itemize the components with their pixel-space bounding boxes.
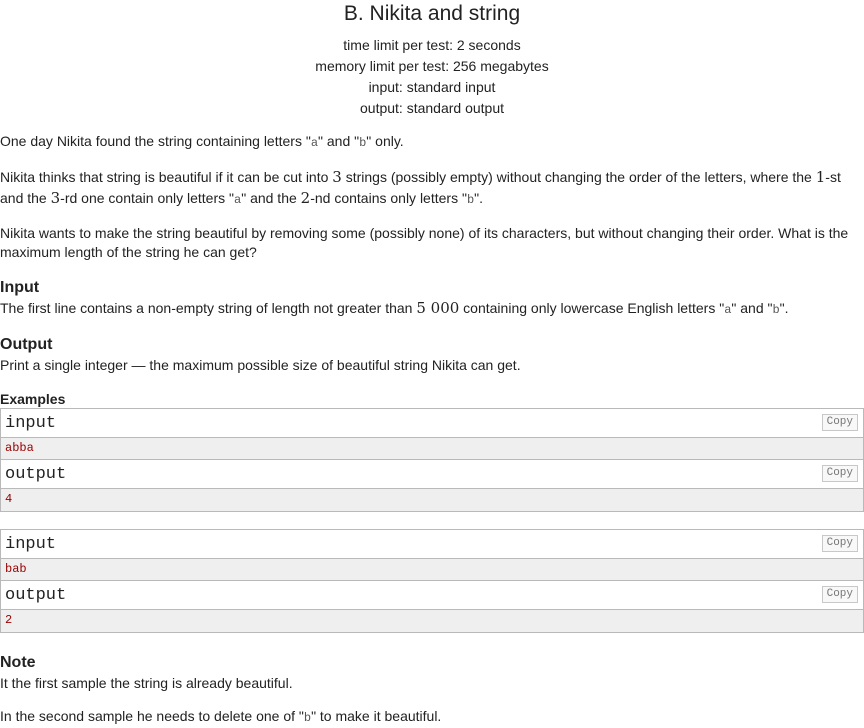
example-output-header: output Copy [1,581,863,610]
statement-paragraph-2: Nikita thinks that string is beautiful i… [0,167,850,211]
text: " only. [366,133,404,149]
copy-output-button[interactable]: Copy [821,465,858,482]
text: One day Nikita found the string containi… [0,133,311,149]
output-label: output [5,586,67,605]
text: ". [474,190,483,206]
text: The first line contains a non-empty stri… [0,300,417,316]
math-number: 5 000 [416,299,460,317]
example-input-header: input Copy [1,409,863,438]
copy-output-button[interactable]: Copy [821,586,858,603]
example-1: input Copy abba output Copy 4 [0,408,864,512]
input-section-text: The first line contains a non-empty stri… [0,298,860,320]
input-label: input [5,535,57,554]
text: -nd contains only letters " [310,190,467,206]
examples-title: Examples [0,391,66,407]
text: containing only lowercase English letter… [459,300,725,316]
text: In the second sample he needs to delete … [0,708,304,724]
output-section-title: Output [0,336,53,353]
problem-limits: time limit per test: 2 seconds memory li… [0,35,864,119]
example-output-header: output Copy [1,460,863,489]
text: " and " [731,300,773,316]
example-2: input Copy bab output Copy 2 [0,529,864,633]
text: Nikita thinks that string is beautiful i… [0,169,333,185]
math-number: 2 [300,189,311,207]
statement-paragraph-3: Nikita wants to make the string beautifu… [0,225,849,260]
problem-page: B. Nikita and string time limit per test… [0,0,864,726]
problem-title: B. Nikita and string [343,2,521,25]
math-number: 3 [50,189,61,207]
statement-paragraph-1: One day Nikita found the string containi… [0,131,860,153]
text: ". [779,300,789,316]
output-label: output [5,465,67,484]
text: " to make it beautiful. [311,708,442,724]
math-number: 3 [332,168,342,186]
example-output-body: 2 [1,610,863,632]
example-output-text: 4 [5,492,13,506]
example-input-body: bab [1,559,863,581]
note-title: Note [0,654,36,671]
example-input-body: abba [1,438,863,460]
example-input-text: abba [5,441,34,455]
time-limit: time limit per test: 2 seconds [343,37,521,53]
math-number: 1 [815,168,826,186]
example-input-text: bab [5,562,27,576]
text: strings (possibly empty) without changin… [341,169,816,185]
copy-input-button[interactable]: Copy [821,535,858,552]
text: " and " [318,133,360,149]
example-output-text: 2 [5,613,13,627]
code-letter-a: a [310,136,319,150]
note-line-2: In the second sample he needs to delete … [0,706,860,728]
text: " and the [241,190,301,206]
input-label: input [5,414,57,433]
text: -rd one contain only letters " [60,190,234,206]
copy-input-button[interactable]: Copy [821,414,858,431]
code-letter-b: b [303,711,312,725]
input-section-title: Input [0,279,40,296]
output-section-text: Print a single integer — the maximum pos… [0,357,521,373]
example-input-header: input Copy [1,530,863,559]
output-spec: output: standard output [360,100,504,116]
note-line-1: It the first sample the string is alread… [0,675,293,691]
example-output-body: 4 [1,489,863,511]
input-spec: input: standard input [368,79,496,95]
code-letter-b: b [772,303,780,317]
memory-limit: memory limit per test: 256 megabytes [315,58,549,74]
